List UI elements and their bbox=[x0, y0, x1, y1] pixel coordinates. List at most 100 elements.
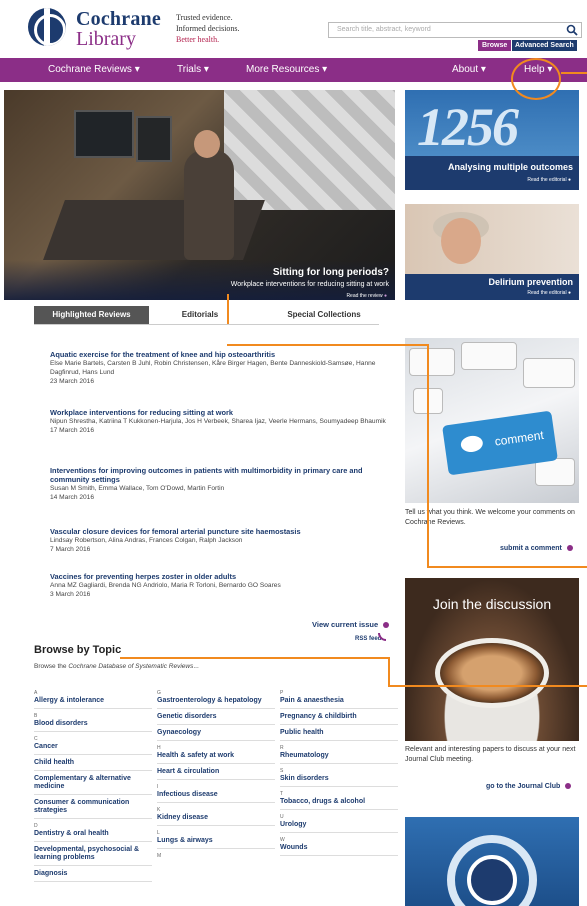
journal-club-link[interactable]: go to the Journal Club bbox=[486, 783, 572, 790]
subtitle-prefix: Browse the bbox=[34, 663, 69, 670]
article-title[interactable]: Interventions for improving outcomes in … bbox=[50, 466, 390, 484]
nav-trials[interactable]: Trials ▾ bbox=[177, 64, 209, 75]
topic-link[interactable]: Health & safety at work bbox=[157, 752, 275, 764]
comment-key-label: comment bbox=[493, 427, 545, 449]
article-date: 3 March 2016 bbox=[50, 591, 91, 598]
topic-letter: P bbox=[280, 690, 284, 696]
comment-text: Tell us what you think. We welcome your … bbox=[405, 509, 575, 526]
article-authors: Anna MZ Gagliardi, Brenda NG Andriolo, M… bbox=[50, 582, 281, 589]
tab-highlighted-reviews[interactable]: Highlighted Reviews bbox=[34, 306, 149, 324]
article-item[interactable]: Vaccines for preventing herpes zoster in… bbox=[50, 572, 390, 599]
article-date: 14 March 2016 bbox=[50, 494, 94, 501]
rss-feed-link[interactable]: RSS feed bbox=[355, 636, 381, 642]
hero-subtitle: Workplace interventions for reducing sit… bbox=[230, 281, 389, 288]
hero-link[interactable]: Read the review ● bbox=[346, 293, 387, 299]
topic-letter: D bbox=[34, 823, 38, 829]
tagline: Trusted evidence. Informed decisions. Be… bbox=[176, 12, 240, 45]
topic-link[interactable]: Heart & circulation bbox=[157, 768, 275, 780]
topic-letter: A bbox=[34, 690, 38, 696]
topic-link[interactable]: Genetic disorders bbox=[157, 713, 275, 725]
topic-letter: U bbox=[280, 814, 284, 820]
side-card-title: Analysing multiple outcomes bbox=[447, 162, 573, 172]
side-card-outcomes[interactable]: 1256 Analysing multiple outcomes Read th… bbox=[405, 90, 579, 190]
topic-column-2: G Gastroenterology & hepatology Genetic di… bbox=[157, 690, 275, 860]
topic-letter: G bbox=[157, 690, 161, 696]
coffee-cup-image bbox=[435, 638, 549, 708]
tab-special-collections[interactable]: Special Collections bbox=[274, 306, 374, 324]
article-title[interactable]: Vaccines for preventing herpes zoster in… bbox=[50, 572, 390, 581]
submit-comment-text: submit a comment bbox=[500, 545, 562, 552]
article-item[interactable]: Aquatic exercise for the treatment of kn… bbox=[50, 350, 390, 386]
nav-cochrane-reviews[interactable]: Cochrane Reviews ▾ bbox=[48, 64, 140, 75]
topic-link[interactable]: Dentistry & oral health bbox=[34, 830, 152, 842]
topic-link[interactable]: Cancer bbox=[34, 743, 152, 755]
numbers-image: 1256 bbox=[417, 97, 519, 157]
side-card-link[interactable]: Read the editorial ● bbox=[527, 177, 571, 183]
topic-link[interactable]: Gynaecology bbox=[157, 729, 275, 741]
topic-link[interactable]: Skin disorders bbox=[280, 775, 398, 787]
search-input[interactable]: Search title, abstract, keyword bbox=[328, 22, 582, 38]
bottom-promo-image[interactable] bbox=[405, 817, 579, 906]
topic-link[interactable]: Rheumatology bbox=[280, 752, 398, 764]
search-icon[interactable] bbox=[566, 24, 578, 36]
tagline-line-1: Trusted evidence. bbox=[176, 13, 233, 22]
side-card-delirium[interactable]: Delirium prevention Read the editorial ● bbox=[405, 204, 579, 300]
keyboard-key bbox=[523, 358, 575, 388]
annotation-line bbox=[427, 566, 587, 568]
topic-link[interactable]: Child health bbox=[34, 759, 152, 771]
side-card-link[interactable]: Read the editorial ● bbox=[527, 290, 571, 296]
topic-link[interactable]: Lungs & airways bbox=[157, 837, 275, 849]
topic-link[interactable]: Wounds bbox=[280, 844, 398, 856]
side-card-link-text: Read the editorial bbox=[527, 290, 567, 296]
topic-link[interactable]: Pregnancy & childbirth bbox=[280, 713, 398, 725]
subtitle-database[interactable]: Cochrane Database of Systematic Reviews bbox=[68, 663, 193, 670]
hero-person-head bbox=[194, 130, 220, 158]
topic-link[interactable]: Allergy & intolerance bbox=[34, 697, 152, 709]
topic-column-1: A Allergy & intolerance B Blood disorders C C… bbox=[34, 690, 152, 886]
article-item[interactable]: Vascular closure devices for femoral art… bbox=[50, 527, 390, 554]
tab-divider bbox=[34, 324, 379, 325]
topic-link[interactable]: Blood disorders bbox=[34, 720, 152, 732]
main-nav: Cochrane Reviews ▾ Trials ▾ More Resourc… bbox=[0, 58, 587, 82]
topic-link[interactable]: Infectious disease bbox=[157, 791, 275, 803]
topic-letter: M bbox=[157, 853, 162, 859]
article-authors: Lindsay Robertson, Alina Andras, Frances… bbox=[50, 537, 243, 544]
comment-image[interactable]: comment bbox=[405, 338, 579, 503]
view-current-issue-link[interactable]: View current issue bbox=[312, 620, 390, 629]
speech-bubble-icon bbox=[459, 434, 484, 454]
topic-letter: B bbox=[34, 713, 38, 719]
topic-link[interactable]: Gastroenterology & hepatology bbox=[157, 697, 275, 709]
journal-club-image[interactable]: Join the discussion bbox=[405, 578, 579, 741]
journal-club-text: Relevant and interesting papers to discu… bbox=[405, 746, 576, 763]
cochrane-logo-icon[interactable] bbox=[28, 8, 66, 46]
article-title[interactable]: Vascular closure devices for femoral art… bbox=[50, 527, 390, 536]
topic-link[interactable]: Diagnosis bbox=[34, 870, 152, 882]
topic-link[interactable]: Consumer & communication strategies bbox=[34, 799, 152, 819]
article-title[interactable]: Aquatic exercise for the treatment of kn… bbox=[50, 350, 390, 359]
hero-person bbox=[184, 150, 234, 260]
nav-more-resources[interactable]: More Resources ▾ bbox=[246, 64, 327, 75]
tab-editorials[interactable]: Editorials bbox=[164, 306, 236, 324]
hero-banner[interactable]: Sitting for long periods? Workplace inte… bbox=[4, 90, 395, 300]
browse-button[interactable]: Browse bbox=[478, 40, 512, 51]
topic-link[interactable]: Pain & anaesthesia bbox=[280, 697, 398, 709]
side-card-title: Delirium prevention bbox=[488, 277, 573, 287]
article-item[interactable]: Interventions for improving outcomes in … bbox=[50, 466, 390, 502]
side-card-caption: Analysing multiple outcomes Read the edi… bbox=[405, 156, 579, 190]
topic-letter: H bbox=[157, 745, 161, 751]
article-item[interactable]: Workplace interventions for reducing sit… bbox=[50, 408, 390, 435]
browse-by-topic-subtitle: Browse the Cochrane Database of Systemat… bbox=[34, 663, 199, 670]
submit-comment-link[interactable]: submit a comment bbox=[500, 545, 573, 552]
topic-link[interactable]: Urology bbox=[280, 821, 398, 833]
side-card-link-text: Read the editorial bbox=[527, 177, 567, 183]
topic-link[interactable]: Tobacco, drugs & alcohol bbox=[280, 798, 398, 810]
advanced-search-button[interactable]: Advanced Search bbox=[512, 40, 577, 51]
topic-link[interactable]: Public health bbox=[280, 729, 398, 741]
article-title[interactable]: Workplace interventions for reducing sit… bbox=[50, 408, 390, 417]
topic-link[interactable]: Kidney disease bbox=[157, 814, 275, 826]
topic-link[interactable]: Developmental, psychosocial & learning p… bbox=[34, 846, 152, 866]
nav-about[interactable]: About ▾ bbox=[452, 64, 486, 75]
logo-text-library[interactable]: Library bbox=[76, 28, 136, 51]
topic-link[interactable]: Complementary & alternative medicine bbox=[34, 775, 152, 795]
arrow-icon bbox=[566, 545, 573, 552]
